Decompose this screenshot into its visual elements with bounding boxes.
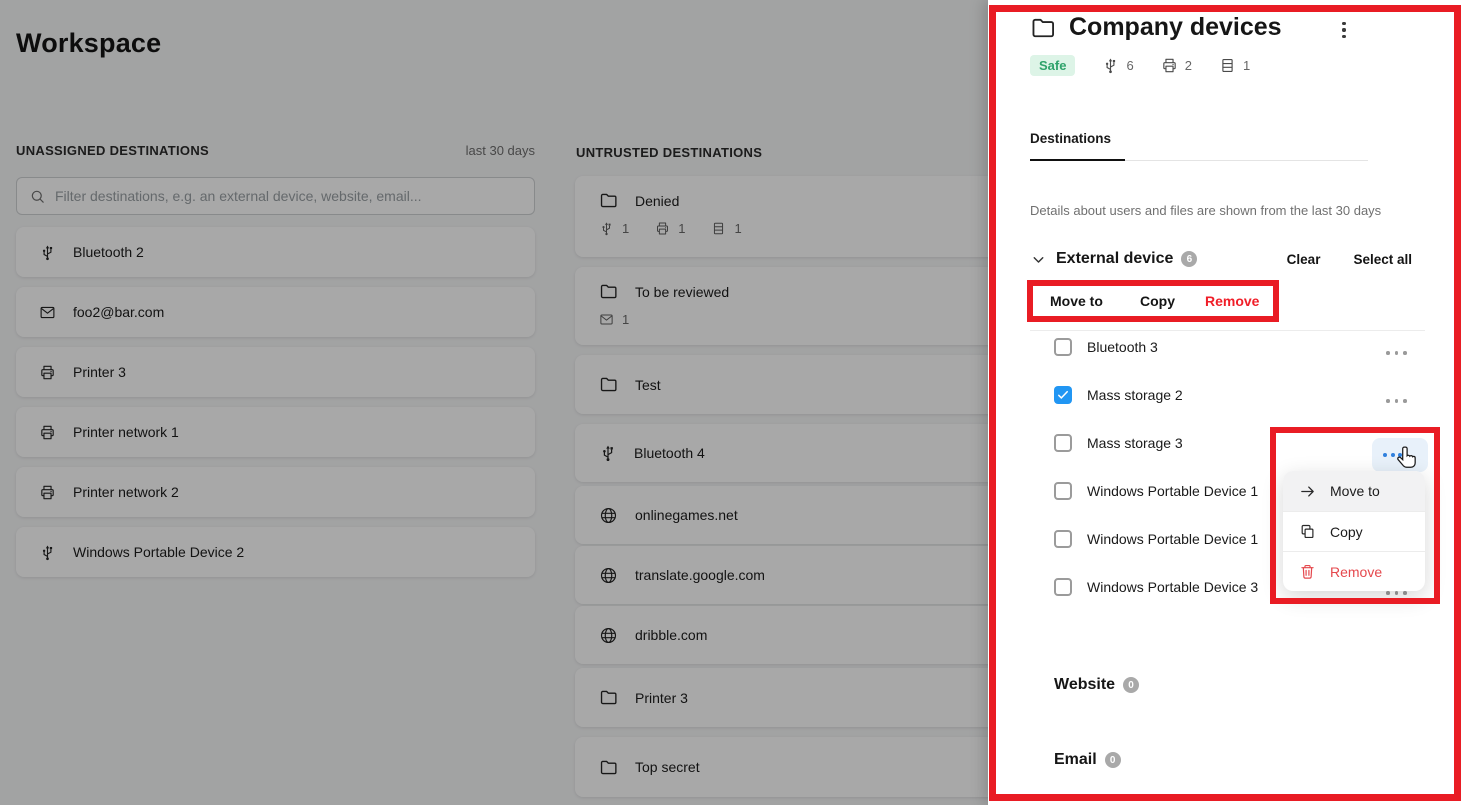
tab-destinations[interactable]: Destinations — [1030, 131, 1125, 161]
drawer-title: Company devices — [1069, 13, 1282, 42]
detail-drawer: Company devices Safe 6 2 1 Destinations … — [988, 0, 1465, 805]
stat-value: 2 — [1185, 58, 1192, 73]
row-label: Bluetooth 3 — [1087, 339, 1158, 355]
row-label: Mass storage 2 — [1087, 387, 1183, 403]
hand-cursor-icon — [1396, 444, 1419, 477]
copy-button[interactable]: Copy — [1140, 293, 1175, 309]
move-to-button[interactable]: Move to — [1050, 293, 1103, 309]
stat-storage: 1 — [1219, 57, 1250, 74]
checkbox[interactable] — [1054, 338, 1072, 356]
stat-printers: 2 — [1161, 57, 1192, 74]
section-email[interactable]: Email 0 — [1054, 751, 1121, 769]
row-more-icon[interactable] — [1386, 351, 1408, 355]
checkbox[interactable] — [1054, 434, 1072, 452]
context-menu: Move to Copy Remove — [1283, 471, 1425, 591]
remove-button[interactable]: Remove — [1205, 293, 1259, 309]
context-menu-item-copy[interactable]: Copy — [1283, 511, 1425, 551]
checkbox-checked[interactable] — [1054, 386, 1072, 404]
stat-value: 1 — [1243, 58, 1250, 73]
usb-icon — [1102, 57, 1119, 74]
section-count-badge: 0 — [1123, 677, 1139, 693]
destination-row: Mass storage 3 — [1030, 419, 1425, 467]
menu-item-label: Remove — [1330, 564, 1382, 580]
storage-icon — [1219, 57, 1236, 74]
checkbox[interactable] — [1054, 530, 1072, 548]
section-website-label: Website — [1054, 676, 1115, 694]
row-label: Mass storage 3 — [1087, 435, 1183, 451]
menu-item-label: Move to — [1330, 483, 1380, 499]
context-menu-item-remove[interactable]: Remove — [1283, 551, 1425, 591]
trash-icon — [1299, 563, 1316, 580]
copy-icon — [1299, 523, 1316, 540]
context-menu-item-move-to[interactable]: Move to — [1283, 471, 1425, 511]
tab-bar: Destinations — [1030, 130, 1368, 161]
row-more-icon[interactable] — [1386, 591, 1408, 595]
stat-external-devices: 6 — [1102, 57, 1133, 74]
status-badge: Safe — [1030, 55, 1075, 76]
row-label: Windows Portable Device 3 — [1087, 579, 1258, 595]
destination-row: Mass storage 2 — [1030, 371, 1425, 419]
row-label: Windows Portable Device 1 — [1087, 531, 1258, 547]
row-more-icon[interactable] — [1386, 399, 1408, 403]
destination-row: Bluetooth 3 — [1030, 323, 1425, 371]
row-label: Windows Portable Device 1 — [1087, 483, 1258, 499]
menu-item-label: Copy — [1330, 524, 1363, 540]
section-website[interactable]: Website 0 — [1054, 676, 1139, 694]
folder-icon — [1030, 15, 1056, 41]
clear-button[interactable]: Clear — [1287, 252, 1321, 267]
details-note: Details about users and files are shown … — [1030, 203, 1381, 218]
select-all-button[interactable]: Select all — [1353, 252, 1412, 267]
arrow-right-icon — [1299, 483, 1316, 500]
section-count-badge: 0 — [1105, 752, 1121, 768]
stat-value: 6 — [1126, 58, 1133, 73]
kebab-menu-icon[interactable] — [1333, 18, 1355, 42]
chevron-down-icon[interactable] — [1030, 251, 1047, 268]
section-email-label: Email — [1054, 751, 1097, 769]
checkbox[interactable] — [1054, 578, 1072, 596]
section-count-badge: 6 — [1181, 251, 1197, 267]
printer-icon — [1161, 57, 1178, 74]
section-external-device[interactable]: External device — [1056, 250, 1173, 268]
checkbox[interactable] — [1054, 482, 1072, 500]
